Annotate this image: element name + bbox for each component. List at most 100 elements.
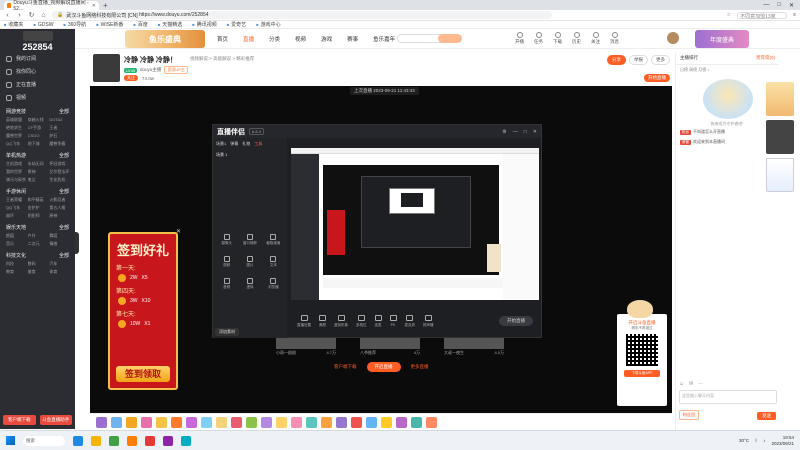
browser-tab[interactable]: Douyu斗鱼直播_视频解说直播间 - 52… ✕ — [4, 0, 99, 12]
gift-item[interactable] — [126, 416, 137, 428]
nav-game[interactable]: 游戏 — [321, 35, 332, 43]
recommend-item[interactable]: 八爷推荐 4万 — [360, 338, 420, 356]
gift-item[interactable] — [231, 416, 242, 428]
recommend-item[interactable]: 小雨一剧剧 4.7万 — [276, 338, 336, 356]
video-player[interactable]: 上次直播 2023-09-21 11:43:43 ✕ 签到好礼 第一天: 2W X… — [90, 86, 672, 413]
promo-banner-right[interactable]: 年度盛典 — [695, 30, 749, 48]
taskbar-app-icon[interactable] — [163, 435, 173, 446]
follow-button[interactable]: 关注 — [124, 75, 138, 81]
sidebar-item-find[interactable]: 找你同心 — [0, 65, 75, 78]
gift-item[interactable] — [381, 416, 392, 428]
app-tab[interactable]: 场景1 — [216, 141, 226, 147]
close-window-icon[interactable]: ✕ — [789, 2, 794, 9]
group-more[interactable]: 全部 — [59, 152, 69, 159]
bookmark[interactable]: 天猫精选 — [158, 21, 182, 28]
fans-club-button[interactable]: 粉丝团 — [679, 410, 699, 420]
taskbar-search[interactable]: 搜索 — [23, 435, 65, 446]
history-icon[interactable]: 历史 — [572, 32, 581, 45]
gift-item[interactable] — [351, 416, 362, 428]
gift-item[interactable] — [291, 416, 302, 428]
game-link[interactable]: 炉石 — [49, 133, 69, 139]
nav-live[interactable]: 直播 — [243, 35, 254, 43]
maximize-icon[interactable]: □ — [777, 2, 781, 8]
camera-tool[interactable]: 摄像头 — [216, 234, 237, 246]
game-link[interactable]: CSGO — [28, 133, 48, 139]
game-link[interactable]: 汽车 — [49, 261, 69, 267]
signin-claim-button[interactable]: 签到领取 — [116, 366, 170, 382]
link-mic-button[interactable]: 连麦 — [374, 314, 382, 328]
game-link[interactable]: 金铲铲 — [28, 205, 48, 211]
app-maximize-icon[interactable]: □ — [524, 129, 527, 135]
game-link[interactable]: DOTA2 — [49, 117, 69, 123]
audio-tool[interactable]: 音频 — [216, 278, 237, 290]
beauty-button[interactable]: 美颜 — [319, 314, 326, 328]
nav-match[interactable]: 赛事 — [347, 35, 358, 43]
report-button[interactable]: 举报 — [629, 55, 648, 65]
bookmark[interactable]: 腾讯视频 — [192, 21, 217, 28]
game-link[interactable]: 原神 — [28, 169, 48, 175]
bookmark[interactable]: WISE新番 — [96, 21, 124, 28]
group-more[interactable]: 全部 — [59, 224, 69, 231]
download-app-button[interactable]: 下载斗鱼APP — [624, 370, 660, 377]
follow-icon[interactable]: 关注 — [591, 32, 600, 45]
window-capture-tool[interactable]: 窗口捕获 — [239, 234, 260, 246]
promo-card[interactable] — [766, 158, 794, 192]
game-link[interactable]: 英雄联盟 — [6, 117, 26, 123]
nav-category[interactable]: 分类 — [269, 35, 280, 43]
gift-item[interactable] — [171, 416, 182, 428]
more-button[interactable]: 更多 — [651, 55, 670, 65]
share-button[interactable]: 分享 — [607, 55, 626, 65]
desktop-capture-tool[interactable]: 截取桌面 — [263, 234, 284, 246]
assistant-button[interactable]: 斗鱼直播助手 — [39, 415, 72, 425]
gift-item[interactable] — [261, 416, 272, 428]
pk-button[interactable]: PK — [389, 315, 397, 327]
streamer-name[interactable]: douyu主播 — [140, 67, 161, 73]
new-tab-icon[interactable]: + — [103, 1, 108, 10]
nav-home[interactable]: 首页 — [217, 35, 228, 43]
nav-video[interactable]: 视频 — [295, 35, 306, 43]
recommend-item[interactable]: 大叔一夜生 4.0万 — [444, 338, 504, 356]
gift-item[interactable] — [276, 416, 287, 428]
game-link[interactable]: 魔兽争霸 — [49, 141, 69, 147]
game-link[interactable]: 穿越火线 — [28, 117, 48, 123]
bookmark[interactable]: GDSW — [33, 22, 54, 28]
game-link[interactable]: 科技 — [6, 261, 26, 267]
gift-item[interactable] — [336, 416, 347, 428]
game-link[interactable]: 绝地求生 — [6, 125, 26, 131]
game-link[interactable]: CF手游 — [28, 125, 48, 131]
game-link[interactable]: 王者荣耀 — [6, 197, 26, 203]
gift-item[interactable] — [426, 416, 437, 428]
gift-item[interactable] — [216, 416, 227, 428]
browser-search-input[interactable]: 不同意加盟13家 — [737, 11, 788, 20]
sidebar-item-subscribe[interactable]: 我的订阅 — [0, 52, 75, 65]
bookmark[interactable]: 游戏中心 — [256, 21, 281, 28]
start-live-icon[interactable]: 开播 — [515, 32, 524, 45]
game-link[interactable]: 主机游戏 — [6, 161, 26, 167]
message-icon[interactable]: 消息 — [610, 32, 619, 45]
app-close-icon[interactable]: ✕ — [533, 129, 537, 135]
sidebar-item-video[interactable]: 视频 — [0, 91, 75, 104]
emoji-icon[interactable]: ☺ — [679, 381, 684, 387]
chat-input[interactable]: 这里输入聊天内容 — [679, 390, 777, 404]
app-tab[interactable]: 弹幕 — [230, 141, 238, 147]
gift-item[interactable] — [96, 416, 107, 428]
group-more[interactable]: 全部 — [59, 108, 69, 115]
virtual-tool[interactable]: 虚拟 — [239, 278, 260, 290]
room-category[interactable]: 视频解说 > 高能解说 > 精彩推荐 — [190, 56, 254, 62]
game-link[interactable]: 永劫无间 — [28, 161, 48, 167]
speaker-button[interactable]: 扬声器 — [423, 314, 434, 328]
menu-icon[interactable]: ≡ — [793, 12, 796, 18]
sidebar-item-live[interactable]: 正在直播 — [0, 78, 75, 91]
game-link[interactable]: 和平精英 — [28, 197, 48, 203]
promo-card[interactable] — [766, 82, 794, 116]
network-icon[interactable]: ⌇ — [755, 438, 757, 444]
gift-item[interactable] — [396, 416, 407, 428]
add-source-button[interactable]: 添加素材 — [215, 328, 239, 336]
nav-carnival[interactable]: 鱼乐嘉年 — [373, 35, 395, 43]
url-field[interactable]: 🔒 武汉斗鱼网络科技有限公司 [CN] https://www.douyu.co… — [52, 11, 552, 19]
download-icon[interactable]: 下载 — [553, 32, 562, 45]
app-tab[interactable]: 工具 — [254, 141, 262, 147]
refresh-icon[interactable]: ↻ — [28, 11, 35, 19]
gift-item[interactable] — [306, 416, 317, 428]
volume-icon[interactable]: ♪ — [763, 438, 765, 443]
